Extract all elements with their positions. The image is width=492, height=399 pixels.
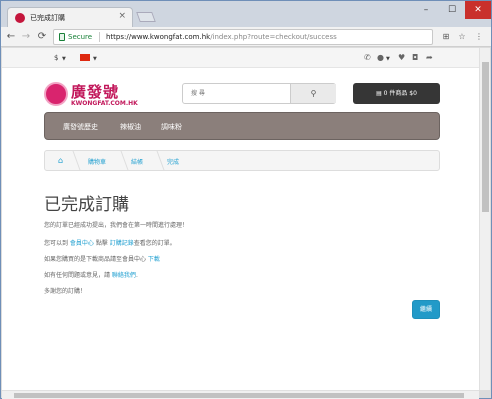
- new-tab-button[interactable]: [136, 12, 156, 22]
- tab-strip: 已完成訂購 × – ☐ ✕: [1, 1, 491, 27]
- logo-badge-icon: [44, 82, 68, 106]
- vertical-scrollbar[interactable]: [479, 48, 490, 390]
- menu-item-history[interactable]: 廣發號歷史: [63, 122, 98, 132]
- url-path: /index.php?route=checkout/success: [210, 33, 337, 41]
- search-input[interactable]: [183, 84, 290, 103]
- download-message: 如果您購買的是下載商品請至會員中心 下載: [44, 254, 160, 263]
- search-box: ⚲: [182, 83, 336, 104]
- secure-label: Secure: [68, 33, 93, 41]
- member-center-link[interactable]: 會員中心: [70, 240, 94, 247]
- contact-us-link[interactable]: 聯絡我們: [112, 272, 136, 279]
- site-topbar: $ ▼ ▼ ✆ ● ▼ ♥ ◘ ➦: [2, 48, 479, 68]
- address-bar[interactable]: Secure https://www.kwongfat.com.hk/index…: [53, 29, 433, 45]
- web-page: $ ▼ ▼ ✆ ● ▼ ♥ ◘ ➦ 廣發號 KWONGFAT.COM.HK ⚲ …: [2, 48, 479, 390]
- order-history-prefix: 您可以到: [44, 240, 70, 247]
- menu-item-chili-oil[interactable]: 辣椒油: [120, 122, 141, 132]
- order-history-suffix: 查看您的訂單。: [133, 240, 176, 247]
- order-history-link[interactable]: 訂購記錄: [110, 240, 134, 247]
- translate-icon[interactable]: ⊞: [441, 32, 451, 42]
- phone-icon[interactable]: ✆: [364, 53, 371, 62]
- url-text[interactable]: https://www.kwongfat.com.hk/index.php?ro…: [106, 33, 337, 41]
- back-button[interactable]: ←: [5, 30, 17, 44]
- chevron-down-icon: ▼: [93, 56, 97, 62]
- url-host: https://www.kwongfat.com.hk: [106, 33, 211, 41]
- download-prefix: 如果您購買的是下載商品請至會員中心: [44, 256, 148, 263]
- main-menu: 廣發號歷史 辣椒油 調味粉: [44, 112, 440, 140]
- wishlist-heart-icon[interactable]: ♥: [398, 53, 405, 62]
- chevron-down-icon: ▼: [386, 56, 390, 62]
- horizontal-scrollbar-thumb[interactable]: [14, 393, 464, 398]
- browser-window: 已完成訂購 × – ☐ ✕ ← → ⟳ Secure https://www.k…: [0, 0, 492, 399]
- bookmark-star-icon[interactable]: ☆: [457, 32, 467, 42]
- scrollbar-thumb[interactable]: [482, 62, 489, 212]
- tab-title: 已完成訂購: [30, 14, 65, 22]
- maximize-button[interactable]: ☐: [439, 1, 465, 19]
- order-history-message: 您可以到 會員中心 點擊 訂購記錄查看您的訂單。: [44, 238, 176, 247]
- contact-message: 如有任何問題或意見，請 聯絡我們.: [44, 270, 138, 279]
- contact-suffix: .: [135, 272, 138, 279]
- menu-item-seasoning[interactable]: 調味粉: [161, 122, 182, 132]
- minimize-button[interactable]: –: [413, 1, 439, 19]
- site-logo[interactable]: 廣發號 KWONGFAT.COM.HK: [44, 81, 144, 109]
- page-title: 已完成訂購: [44, 195, 129, 215]
- crumb-separator: [145, 151, 165, 170]
- crumb-separator: [109, 151, 129, 170]
- breadcrumb-complete[interactable]: 完成: [167, 157, 179, 166]
- logo-english-text: KWONGFAT.COM.HK: [71, 100, 138, 107]
- logo-chinese-text: 廣發號: [71, 83, 120, 101]
- contact-prefix: 如有任何問題或意見，請: [44, 272, 112, 279]
- order-history-mid: 點擊: [93, 240, 110, 247]
- breadcrumb-cart[interactable]: 購物車: [88, 157, 106, 166]
- checkout-share-icon[interactable]: ➦: [426, 53, 433, 62]
- success-message: 您的訂單已經成功提出，我們會在第一時間進行處理！: [44, 222, 189, 229]
- chevron-down-icon: ▼: [62, 56, 66, 62]
- account-icon[interactable]: ●: [377, 53, 384, 62]
- close-window-button[interactable]: ✕: [465, 1, 491, 19]
- continue-button[interactable]: 繼續: [412, 300, 440, 319]
- forward-button[interactable]: →: [20, 30, 32, 44]
- thank-you-message: 多謝您的訂購！: [44, 288, 87, 295]
- language-flag-icon[interactable]: [80, 54, 90, 61]
- lock-icon: [59, 33, 65, 41]
- address-toolbar: ← → ⟳ Secure https://www.kwongfat.com.hk…: [1, 27, 491, 47]
- cart-summary: 0 件商品 $0: [383, 90, 417, 97]
- download-link[interactable]: 下載: [148, 256, 160, 263]
- currency-selector[interactable]: $: [54, 54, 58, 62]
- home-icon[interactable]: ⌂: [58, 156, 63, 165]
- cart-icon[interactable]: ◘: [412, 53, 418, 62]
- tab-close-icon[interactable]: ×: [118, 11, 126, 21]
- url-separator: [99, 32, 100, 42]
- crumb-separator: [61, 151, 81, 170]
- search-icon: ⚲: [310, 89, 317, 98]
- breadcrumb: ⌂ 購物車 結帳 完成: [44, 150, 440, 171]
- reload-button[interactable]: ⟳: [36, 30, 48, 44]
- breadcrumb-checkout[interactable]: 結帳: [131, 157, 143, 166]
- menu-dots-icon[interactable]: ⋮: [474, 32, 484, 42]
- horizontal-scrollbar[interactable]: [2, 390, 479, 399]
- site-favicon-icon: [15, 13, 25, 23]
- search-button[interactable]: ⚲: [290, 84, 336, 103]
- browser-tab[interactable]: 已完成訂購 ×: [7, 7, 133, 27]
- shopping-cart-icon: ▤: [376, 90, 382, 97]
- cart-button[interactable]: ▤ 0 件商品 $0: [353, 83, 440, 104]
